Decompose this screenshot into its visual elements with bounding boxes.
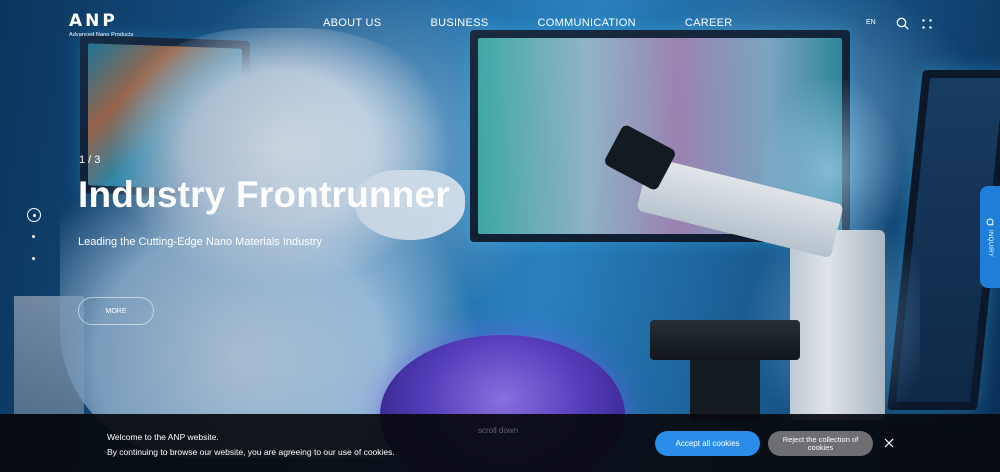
slide-counter: 1 / 3 bbox=[79, 154, 101, 166]
more-button[interactable]: MORE bbox=[78, 297, 154, 325]
language-switch[interactable]: EN bbox=[866, 19, 876, 26]
nav-communication[interactable]: COMMUNICATION bbox=[537, 17, 635, 29]
close-icon[interactable] bbox=[884, 438, 894, 448]
logo[interactable]: ANP Advanced Nano Products bbox=[69, 11, 139, 39]
cookie-welcome-text: Welcome to the ANP website. bbox=[107, 432, 219, 442]
nav-about-us[interactable]: ABOUT US bbox=[323, 17, 381, 29]
logo-subtitle: Advanced Nano Products bbox=[69, 32, 134, 38]
cookie-consent-text: By continuing to browse our website, you… bbox=[107, 447, 395, 457]
inquiry-icon bbox=[986, 218, 994, 226]
inquiry-label: INQUIRY bbox=[987, 230, 993, 257]
main-nav: ABOUT US BUSINESS COMMUNICATION CAREER bbox=[300, 17, 733, 29]
slide-dot-1[interactable] bbox=[27, 208, 41, 222]
hero-subtitle: Leading the Cutting-Edge Nano Materials … bbox=[78, 236, 322, 248]
nav-career[interactable]: CAREER bbox=[685, 17, 733, 29]
accept-cookies-button[interactable]: Accept all cookies bbox=[655, 431, 760, 456]
slide-dot-3[interactable] bbox=[32, 257, 35, 260]
reject-cookies-button[interactable]: Reject the collection of cookies bbox=[768, 431, 873, 456]
search-icon[interactable] bbox=[896, 17, 909, 30]
scroll-down-label[interactable]: scroll down bbox=[478, 426, 518, 435]
grid-menu-icon[interactable] bbox=[922, 19, 932, 29]
inquiry-tab[interactable]: INQUIRY bbox=[980, 186, 1000, 288]
hero-title: Industry Frontrunner bbox=[78, 174, 450, 215]
logo-mark: ANP bbox=[69, 11, 118, 31]
nav-business[interactable]: BUSINESS bbox=[430, 17, 488, 29]
slide-dot-2[interactable] bbox=[32, 235, 35, 238]
